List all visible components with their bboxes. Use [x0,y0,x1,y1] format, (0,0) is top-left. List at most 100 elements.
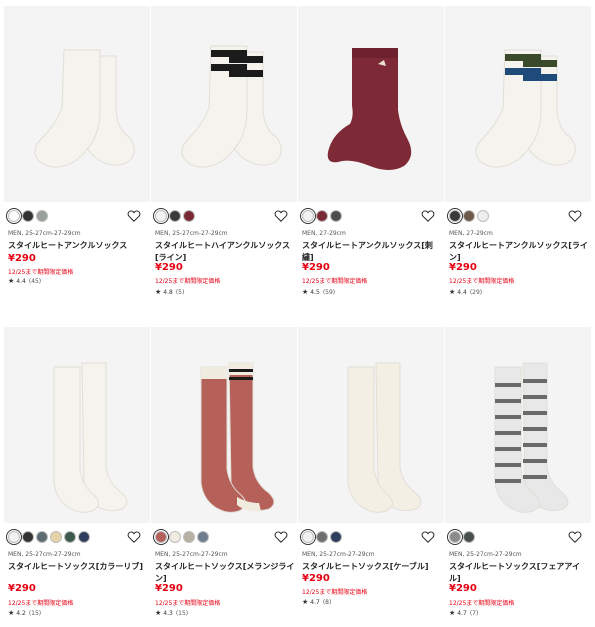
favorite-heart-icon[interactable] [127,530,141,544]
product-name[interactable]: スタイルヒートソックス[フェアアイル] [449,561,589,585]
product-size-info: MEN, 25-27cm-27-29cm [155,230,228,237]
star-icon: ★ [8,609,15,617]
product-card[interactable]: MEN, 25-27cm-27-29cm スタイルヒートソックス[フェアアイル] ¥… [445,327,592,627]
product-size-info: MEN, 27-29cm [302,230,346,237]
product-price: ¥290 [449,583,477,594]
product-image-sock-4 [475,49,576,168]
product-image[interactable] [151,327,297,523]
product-image[interactable] [298,327,444,523]
review-count: (15) [28,610,42,617]
product-name[interactable]: スタイルヒートアンクルソックス[刺繍] [302,240,442,264]
rating-value: 4.8 [163,289,173,296]
color-swatch[interactable] [477,210,489,222]
product-card[interactable]: MEN, 27-29cm スタイルヒートアンクルソックス[刺繍] ¥290 12/25… [298,6,445,306]
product-price: ¥290 [155,583,183,594]
color-swatch[interactable] [22,531,34,543]
color-swatch[interactable] [449,531,461,543]
favorite-heart-icon[interactable] [568,530,582,544]
color-swatches [449,531,475,545]
product-rating: ★ 4.8 (5) [155,288,184,296]
product-card[interactable]: MEN, 27-29cm スタイルヒートアンクルソックス[ライン] ¥290 12/2… [445,6,592,306]
favorite-heart-icon[interactable] [127,209,141,223]
product-name[interactable]: スタイルヒートハイアンクルソックス[ライン] [155,240,295,264]
color-swatch[interactable] [36,531,48,543]
promo-label: 12/25まで期間限定価格 [302,589,368,596]
favorite-heart-icon[interactable] [421,209,435,223]
product-price: ¥290 [8,253,36,264]
color-swatch[interactable] [183,531,195,543]
color-swatch[interactable] [50,531,62,543]
color-swatch[interactable] [78,531,90,543]
product-card[interactable]: MEN, 25-27cm-27-29cm スタイルヒートハイアンクルソックス[ライ… [151,6,298,306]
color-swatch[interactable] [8,210,20,222]
color-swatch[interactable] [197,531,209,543]
product-image-sock-3 [327,48,412,170]
product-rating: ★ 4.3 (15) [155,609,188,617]
color-swatch[interactable] [316,210,328,222]
product-card[interactable]: MEN, 25-27cm-27-29cm スタイルヒートアンクルソックス ¥290 1… [4,6,151,306]
product-price: ¥290 [302,573,330,584]
color-swatch[interactable] [302,210,314,222]
color-swatch[interactable] [449,210,461,222]
product-size-info: MEN, 25-27cm-27-29cm [449,551,522,558]
color-swatch[interactable] [183,210,195,222]
color-swatch[interactable] [463,531,475,543]
product-image[interactable] [445,6,591,202]
color-swatch[interactable] [330,210,342,222]
color-swatch[interactable] [8,531,20,543]
product-name[interactable]: スタイルヒートアンクルソックス [8,240,148,252]
product-name[interactable]: スタイルヒートアンクルソックス[ライン] [449,240,589,264]
color-swatch[interactable] [169,531,181,543]
product-card[interactable]: MEN, 25-27cm-27-29cm スタイルヒートソックス[ケーブル] ¥29… [298,327,445,627]
color-swatches [155,531,209,545]
product-price: ¥290 [449,262,477,273]
product-image[interactable] [4,327,150,523]
product-image[interactable] [4,6,150,202]
color-swatches [302,531,342,545]
color-swatches [302,210,342,224]
product-rating: ★ 4.7 (7) [449,609,478,617]
color-swatch[interactable] [155,210,167,222]
color-swatch[interactable] [155,531,167,543]
product-card[interactable]: MEN, 25-27cm-27-29cm スタイルヒートソックス[カラーリブ] ¥2… [4,327,151,627]
product-rating: ★ 4.5 (59) [302,288,335,296]
product-size-info: MEN, 25-27cm-27-29cm [8,230,81,237]
promo-label: 12/25まで期間限定価格 [155,600,221,607]
product-image-sock-8 [494,362,569,513]
color-swatches [8,531,90,545]
product-name[interactable]: スタイルヒートソックス[ケーブル] [302,561,442,573]
product-price: ¥290 [8,583,36,594]
color-swatch[interactable] [22,210,34,222]
star-icon: ★ [155,609,162,617]
product-image[interactable] [298,6,444,202]
promo-label: 12/25まで期間限定価格 [449,600,515,607]
product-name[interactable]: スタイルヒートソックス[カラーリブ] [8,561,148,573]
review-count: (8) [322,599,332,606]
rating-value: 4.7 [310,599,320,606]
product-name[interactable]: スタイルヒートソックス[メランジライン] [155,561,295,585]
color-swatch[interactable] [316,531,328,543]
review-count: (7) [469,610,479,617]
favorite-heart-icon[interactable] [274,209,288,223]
product-size-info: MEN, 25-27cm-27-29cm [302,551,375,558]
color-swatch[interactable] [302,531,314,543]
product-image[interactable] [151,6,297,202]
product-card[interactable]: MEN, 25-27cm-27-29cm スタイルヒートソックス[メランジライン]… [151,327,298,627]
review-count: (15) [175,610,189,617]
color-swatch[interactable] [64,531,76,543]
color-swatch[interactable] [463,210,475,222]
product-rating: ★ 4.4 (29) [449,288,482,296]
color-swatch[interactable] [330,531,342,543]
rating-value: 4.4 [16,278,26,285]
review-count: (45) [28,278,42,285]
product-size-info: MEN, 25-27cm-27-29cm [155,551,228,558]
color-swatch[interactable] [169,210,181,222]
product-image[interactable] [445,327,591,523]
favorite-heart-icon[interactable] [274,530,288,544]
color-swatch[interactable] [36,210,48,222]
favorite-heart-icon[interactable] [568,209,582,223]
product-image-sock-6 [200,362,275,513]
star-icon: ★ [302,598,309,606]
product-price: ¥290 [155,262,183,273]
favorite-heart-icon[interactable] [421,530,435,544]
